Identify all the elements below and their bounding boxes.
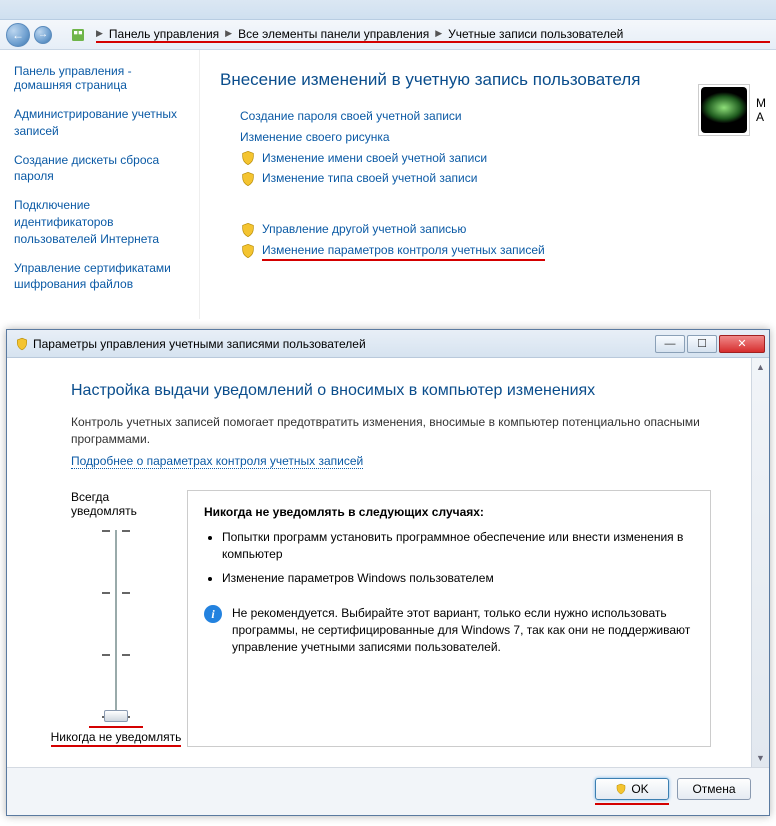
breadcrumb-item[interactable]: Учетные записи пользователей <box>448 27 623 41</box>
sidebar-home[interactable]: Панель управления - домашняя страница <box>14 64 191 92</box>
info-icon: i <box>204 605 222 623</box>
ok-label: OK <box>631 782 648 796</box>
sidebar: Панель управления - домашняя страница Ад… <box>0 50 200 319</box>
cancel-button[interactable]: Отмена <box>677 778 751 800</box>
window-tabs-blur <box>0 0 776 20</box>
shield-icon <box>240 171 256 187</box>
slider-label-top: Всегда уведомлять <box>71 490 161 518</box>
control-panel-icon <box>70 27 86 43</box>
sidebar-link[interactable]: Администрирование учетных записей <box>14 106 191 140</box>
shield-icon <box>240 222 256 238</box>
sidebar-home-label: домашняя страница <box>14 78 127 92</box>
ok-button[interactable]: OK <box>595 778 669 800</box>
chevron-right-icon: ▶ <box>435 28 442 39</box>
chevron-right-icon: ▶ <box>96 28 103 39</box>
chevron-right-icon: ▶ <box>225 28 232 39</box>
task-link[interactable]: Изменение типа своей учетной записи <box>262 170 477 187</box>
task-link[interactable]: Изменение своего рисунка <box>240 129 390 146</box>
info-note-text: Не рекомендуется. Выбирайте этот вариант… <box>232 605 694 655</box>
task-link-uac[interactable]: Изменение параметров контроля учетных за… <box>262 242 545 261</box>
info-item: Изменение параметров Windows пользовател… <box>222 570 694 587</box>
close-button[interactable]: ✕ <box>719 335 765 353</box>
dialog-footer: OK Отмена <box>7 767 769 815</box>
task-link[interactable]: Создание пароля своей учетной записи <box>240 108 462 125</box>
window-title: Параметры управления учетными записями п… <box>33 337 366 351</box>
minimize-button[interactable]: — <box>655 335 685 353</box>
sidebar-link[interactable]: Управление сертификатами шифрования файл… <box>14 260 191 294</box>
uac-more-link[interactable]: Подробнее о параметрах контроля учетных … <box>71 454 363 469</box>
avatar[interactable] <box>698 84 750 136</box>
slider-thumb[interactable] <box>104 710 128 722</box>
breadcrumb[interactable]: ▶ Панель управления ▶ Все элементы панел… <box>96 27 770 43</box>
account-role: А <box>756 110 766 124</box>
maximize-button[interactable]: ☐ <box>687 335 717 353</box>
info-item: Попытки программ установить программное … <box>222 529 694 563</box>
task-link[interactable]: Управление другой учетной записью <box>262 221 466 238</box>
scroll-up[interactable]: ▲ <box>752 358 769 376</box>
sidebar-link[interactable]: Подключение идентификаторов пользователе… <box>14 197 191 247</box>
uac-heading: Настройка выдачи уведомлений о вносимых … <box>71 382 711 400</box>
page-title: Внесение изменений в учетную запись поль… <box>220 70 766 90</box>
breadcrumb-item[interactable]: Панель управления <box>109 27 219 41</box>
sidebar-home-label: Панель управления - <box>14 64 132 78</box>
titlebar[interactable]: Параметры управления учетными записями п… <box>7 330 769 358</box>
scrollbar[interactable]: ▲ ▼ <box>751 358 769 767</box>
uac-slider[interactable] <box>95 524 137 724</box>
breadcrumb-item[interactable]: Все элементы панели управления <box>238 27 429 41</box>
forward-button[interactable]: → <box>34 26 52 44</box>
control-panel-body: Панель управления - домашняя страница Ад… <box>0 50 776 319</box>
explorer-navbar: ← → ▶ Панель управления ▶ Все элементы п… <box>0 20 776 50</box>
info-title: Никогда не уведомлять в следующих случая… <box>204 505 694 519</box>
account-summary: M А <box>698 84 766 136</box>
back-button[interactable]: ← <box>6 23 30 47</box>
shield-icon <box>615 783 627 795</box>
shield-icon <box>240 243 256 259</box>
red-underline <box>89 726 143 728</box>
scroll-down[interactable]: ▼ <box>752 749 769 767</box>
cancel-label: Отмена <box>692 782 735 796</box>
sidebar-link[interactable]: Создание дискеты сброса пароля <box>14 152 191 186</box>
shield-icon <box>15 337 29 351</box>
uac-dialog: Параметры управления учетными записями п… <box>6 329 770 816</box>
slider-info-panel: Никогда не уведомлять в следующих случая… <box>187 490 711 747</box>
main-panel: Внесение изменений в учетную запись поль… <box>200 50 776 319</box>
red-underline <box>595 803 669 805</box>
uac-description: Контроль учетных записей помогает предот… <box>71 414 711 448</box>
task-link[interactable]: Изменение имени своей учетной записи <box>262 150 487 167</box>
account-name: M <box>756 96 766 110</box>
slider-label-bottom: Никогда не уведомлять <box>51 730 182 747</box>
shield-icon <box>240 150 256 166</box>
